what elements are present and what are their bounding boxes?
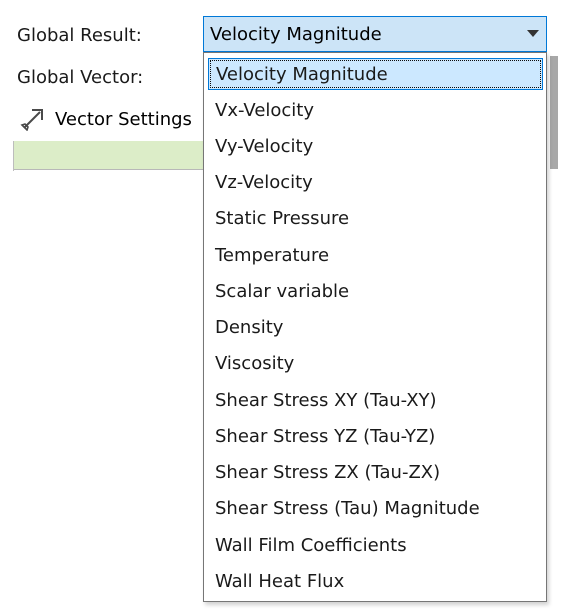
dropdown-option-label: Shear Stress XY (Tau-XY): [215, 389, 437, 411]
dropdown-option-wall-film-coefficients[interactable]: Wall Film Coefficients: [204, 527, 546, 563]
dropdown-option-label: Vy-Velocity: [215, 135, 314, 157]
dropdown-option-label: Wall Heat Flux: [215, 570, 345, 592]
global-vector-label: Global Vector:: [17, 67, 144, 88]
arrow-icon: [20, 107, 46, 131]
dropdown-option-shear-stress-zx[interactable]: Shear Stress ZX (Tau-ZX): [204, 455, 546, 491]
dropdown-option-vz-velocity[interactable]: Vz-Velocity: [204, 165, 546, 201]
chevron-down-icon[interactable]: [520, 30, 546, 38]
result-settings-panel: Global Result: Global Vector: Vector Set…: [0, 0, 565, 612]
dropdown-option-temperature[interactable]: Temperature: [204, 237, 546, 273]
dropdown-option-label: Static Pressure: [215, 208, 350, 230]
global-result-combobox[interactable]: Velocity Magnitude: [203, 16, 547, 52]
global-result-label: Global Result:: [17, 25, 142, 46]
dropdown-option-label: Scalar variable: [215, 280, 350, 302]
panel-scrollbar-thumb[interactable]: [550, 56, 558, 169]
dropdown-option-static-pressure[interactable]: Static Pressure: [204, 201, 546, 237]
vector-settings-label: Vector Settings: [55, 108, 192, 130]
dropdown-option-wall-heat-flux[interactable]: Wall Heat Flux: [204, 563, 546, 599]
dropdown-option-scalar-variable[interactable]: Scalar variable: [204, 273, 546, 309]
dropdown-option-label: Shear Stress ZX (Tau-ZX): [215, 462, 441, 484]
dropdown-option-shear-stress-magnitude[interactable]: Shear Stress (Tau) Magnitude: [204, 491, 546, 527]
dropdown-option-label: Density: [215, 317, 284, 339]
dropdown-option-shear-stress-yz[interactable]: Shear Stress YZ (Tau-YZ): [204, 418, 546, 454]
panel-divider: [13, 141, 14, 171]
global-result-dropdown-list[interactable]: Velocity Magnitude Vx-Velocity Vy-Veloci…: [203, 52, 547, 602]
dropdown-option-velocity-magnitude[interactable]: Velocity Magnitude: [208, 58, 543, 90]
vector-settings-button[interactable]: Vector Settings: [20, 104, 192, 134]
dropdown-option-label: Shear Stress YZ (Tau-YZ): [215, 425, 436, 447]
dropdown-option-label: Vz-Velocity: [215, 172, 313, 194]
dropdown-option-viscosity[interactable]: Viscosity: [204, 346, 546, 382]
dropdown-option-label: Viscosity: [215, 353, 295, 375]
dropdown-option-shear-stress-xy[interactable]: Shear Stress XY (Tau-XY): [204, 382, 546, 418]
dropdown-option-density[interactable]: Density: [204, 310, 546, 346]
dropdown-option-label: Velocity Magnitude: [216, 63, 388, 85]
dropdown-option-vx-velocity[interactable]: Vx-Velocity: [204, 92, 546, 128]
global-result-value: Velocity Magnitude: [210, 23, 382, 45]
dropdown-option-label: Temperature: [215, 244, 330, 266]
status-strip: [13, 141, 214, 170]
dropdown-option-label: Shear Stress (Tau) Magnitude: [215, 498, 480, 520]
dropdown-option-label: Wall Film Coefficients: [215, 534, 407, 556]
dropdown-option-label: Vx-Velocity: [215, 99, 315, 121]
dropdown-option-vy-velocity[interactable]: Vy-Velocity: [204, 128, 546, 164]
